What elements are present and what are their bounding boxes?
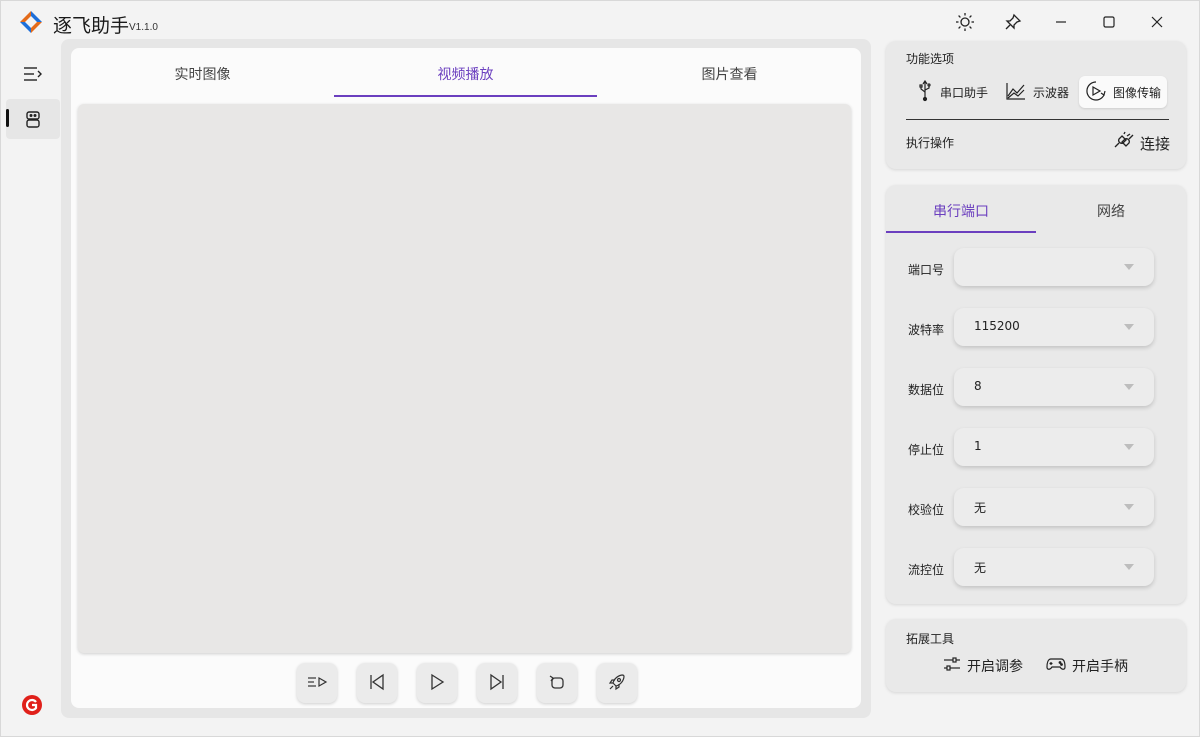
rocket-button[interactable] bbox=[597, 663, 637, 703]
playlist-icon bbox=[306, 673, 328, 694]
loop-button[interactable] bbox=[537, 663, 577, 703]
serial-assistant-button[interactable]: 串口助手 bbox=[910, 76, 994, 108]
pin-icon[interactable] bbox=[1000, 9, 1026, 35]
flow-control-label: 流控位 bbox=[908, 563, 945, 577]
oscilloscope-label: 示波器 bbox=[1033, 85, 1070, 100]
data-bits-label: 数据位 bbox=[908, 383, 945, 397]
flow-control-value: 无 bbox=[974, 561, 987, 575]
baud-rate-select[interactable]: 115200 bbox=[954, 308, 1154, 346]
tab-live-image[interactable]: 实时图像 bbox=[71, 51, 334, 97]
menu-toggle-icon[interactable] bbox=[19, 61, 47, 87]
port-number-select[interactable] bbox=[954, 248, 1154, 286]
loop-icon bbox=[548, 673, 566, 694]
baud-rate-label: 波特率 bbox=[908, 323, 945, 337]
minimize-icon[interactable] bbox=[1048, 9, 1074, 35]
parity-select[interactable]: 无 bbox=[954, 488, 1154, 526]
function-options-title: 功能选项 bbox=[906, 52, 955, 66]
open-gamepad-button[interactable]: 开启手柄 bbox=[1046, 653, 1128, 679]
image-transfer-button[interactable]: 图像传输 bbox=[1079, 76, 1168, 108]
oscilloscope-button[interactable]: 示波器 bbox=[999, 76, 1075, 108]
robot-icon bbox=[23, 109, 43, 132]
stop-bits-value: 1 bbox=[974, 439, 982, 453]
baud-rate-value: 115200 bbox=[974, 319, 1020, 333]
port-number-label: 端口号 bbox=[908, 263, 945, 277]
gamepad-icon bbox=[1046, 656, 1066, 676]
image-transfer-label: 图像传输 bbox=[1113, 85, 1162, 100]
next-icon bbox=[488, 673, 506, 694]
chevron-down-icon bbox=[1124, 324, 1134, 330]
connect-plug-icon bbox=[1113, 130, 1135, 156]
nav-item-robot[interactable] bbox=[6, 99, 60, 139]
tab-image-viewer[interactable]: 图片查看 bbox=[598, 51, 861, 97]
parity-label: 校验位 bbox=[908, 503, 945, 517]
app-title: 逐飞助手 bbox=[53, 15, 130, 37]
connect-label: 连接 bbox=[1140, 134, 1171, 153]
stop-bits-select[interactable]: 1 bbox=[954, 428, 1154, 466]
function-divider bbox=[906, 119, 1169, 120]
usb-icon bbox=[916, 79, 934, 105]
app-version: V1.1.0 bbox=[129, 22, 158, 33]
video-display-area bbox=[78, 104, 851, 653]
flow-control-select[interactable]: 无 bbox=[954, 548, 1154, 586]
parity-value: 无 bbox=[974, 501, 987, 515]
data-bits-select[interactable]: 8 bbox=[954, 368, 1154, 406]
image-transfer-icon bbox=[1085, 80, 1107, 105]
chevron-down-icon bbox=[1124, 444, 1134, 450]
stop-bits-label: 停止位 bbox=[908, 443, 945, 457]
sliders-icon bbox=[943, 656, 961, 676]
nav-active-indicator bbox=[6, 109, 9, 127]
previous-button[interactable] bbox=[357, 663, 397, 703]
tab-video-playback[interactable]: 视频播放 bbox=[334, 51, 597, 97]
maximize-icon[interactable] bbox=[1096, 9, 1122, 35]
sun-icon[interactable] bbox=[952, 9, 978, 35]
connect-button[interactable]: 连接 bbox=[1113, 130, 1170, 156]
chevron-down-icon bbox=[1124, 564, 1134, 570]
extension-tools-title: 拓展工具 bbox=[906, 632, 955, 646]
playlist-button[interactable] bbox=[297, 663, 337, 703]
previous-icon bbox=[368, 673, 386, 694]
open-tuning-button[interactable]: 开启调参 bbox=[943, 653, 1023, 679]
chevron-down-icon bbox=[1124, 384, 1134, 390]
close-icon[interactable] bbox=[1144, 9, 1170, 35]
execute-action-title: 执行操作 bbox=[906, 136, 955, 150]
tab-network[interactable]: 网络 bbox=[1036, 188, 1186, 233]
chevron-down-icon bbox=[1124, 264, 1134, 270]
brand-logo-icon bbox=[21, 694, 43, 716]
title-bar: 逐飞助手 V1.1.0 bbox=[1, 1, 1200, 41]
rocket-icon bbox=[607, 672, 627, 695]
serial-assistant-label: 串口助手 bbox=[940, 85, 989, 100]
chevron-down-icon bbox=[1124, 504, 1134, 510]
open-gamepad-label: 开启手柄 bbox=[1072, 659, 1128, 675]
app-logo-icon bbox=[19, 10, 43, 34]
app-window: 逐飞助手 V1.1.0 实时图像 视频播放 图片查看 功能选项 串口助手 示波器… bbox=[0, 0, 1200, 737]
chart-icon bbox=[1005, 81, 1027, 104]
tab-serial-port[interactable]: 串行端口 bbox=[886, 188, 1036, 233]
main-tabs: 实时图像 视频播放 图片查看 bbox=[71, 51, 861, 97]
open-tuning-label: 开启调参 bbox=[967, 659, 1023, 675]
data-bits-value: 8 bbox=[974, 379, 982, 393]
next-button[interactable] bbox=[477, 663, 517, 703]
play-icon bbox=[428, 673, 446, 694]
play-button[interactable] bbox=[417, 663, 457, 703]
